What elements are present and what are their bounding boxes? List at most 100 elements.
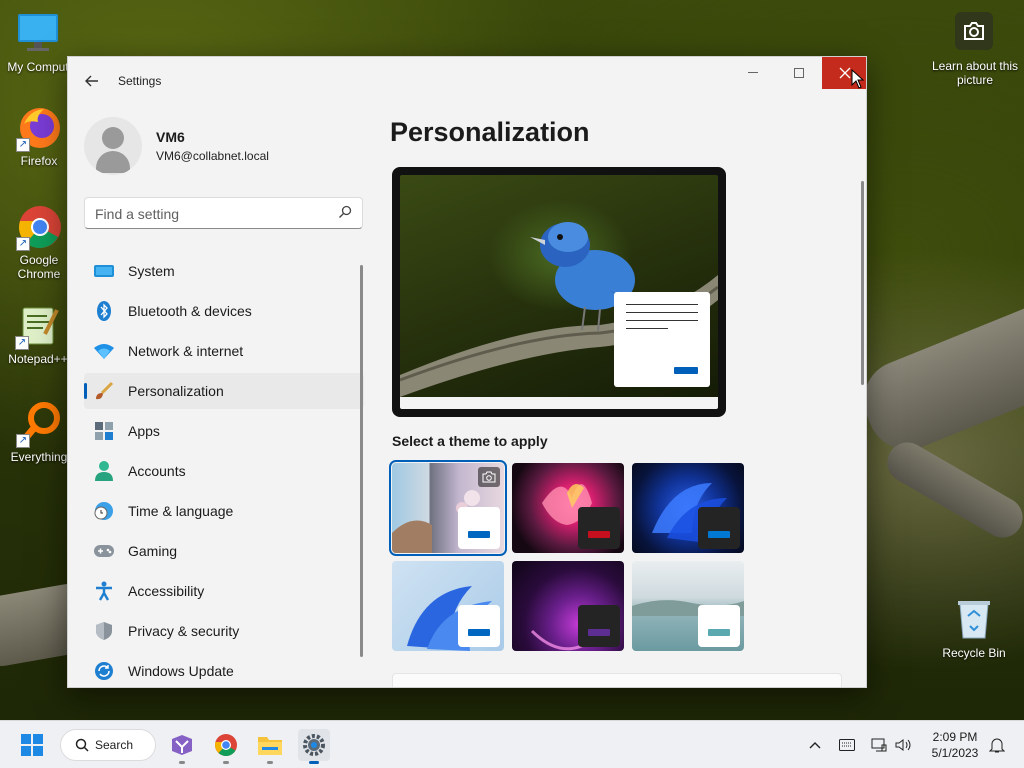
notifications-button[interactable]: [986, 733, 1008, 757]
firefox-icon: ↗: [16, 104, 62, 152]
theme-spotlight[interactable]: [389, 460, 507, 556]
nav-item-personalization[interactable]: Personalization: [84, 373, 364, 409]
page-title: Personalization: [390, 117, 590, 147]
settings-nav: System Bluetooth & devices Network & int…: [84, 253, 364, 687]
theme-glow-dark[interactable]: [512, 463, 624, 553]
desktop-icon-recycle-bin[interactable]: Recycle Bin: [934, 596, 1014, 660]
search-icon: [75, 738, 89, 752]
themes-heading: Select a theme to apply: [392, 433, 548, 449]
desktop-icon-label: Recycle Bin: [942, 646, 1006, 660]
theme-captured-motion[interactable]: [512, 561, 624, 651]
learn-about-picture-label[interactable]: Learn about this picture: [930, 59, 1020, 87]
taskbar-file-explorer[interactable]: [254, 729, 286, 764]
wallpaper-branch: [851, 288, 1024, 462]
clock-time: 2:09 PM: [932, 730, 978, 744]
avatar: [84, 117, 142, 175]
search-input[interactable]: [95, 204, 325, 224]
network-tray-button[interactable]: [868, 733, 890, 757]
spotlight-camera-icon: [478, 467, 500, 487]
nav-item-windows-update[interactable]: Windows Update: [84, 653, 364, 687]
nav-item-apps[interactable]: Apps: [84, 413, 364, 449]
nav-label: Network & internet: [128, 343, 244, 359]
magnifier-icon: ↗: [16, 400, 62, 448]
recycle-bin-icon: [951, 596, 997, 642]
windows-logo-icon: [21, 734, 43, 756]
minimize-button[interactable]: [730, 57, 776, 89]
taskbar-search-label: Search: [95, 738, 134, 752]
nav-label: Apps: [128, 423, 160, 439]
search-icon: [339, 205, 352, 218]
nav-item-network[interactable]: Network & internet: [84, 333, 364, 369]
taskbar-settings[interactable]: [298, 729, 330, 764]
chrome-icon: ↗: [16, 203, 62, 251]
maximize-button[interactable]: [776, 57, 822, 89]
profile-email: VM6@collabnet.local: [156, 149, 269, 163]
monitor-icon: [94, 261, 114, 281]
apps-icon: [94, 421, 114, 441]
maximize-icon: [794, 68, 804, 78]
taskbar-visual-studio[interactable]: [166, 729, 198, 764]
window-title: Settings: [118, 74, 162, 88]
nav-label: System: [128, 263, 175, 279]
nav-label: Personalization: [128, 383, 224, 399]
nav-item-gaming[interactable]: Gaming: [84, 533, 364, 569]
shortcut-arrow-icon: ↗: [16, 138, 30, 152]
globe-clock-icon: [94, 501, 114, 521]
learn-about-picture-camera-icon[interactable]: [955, 12, 993, 50]
shortcut-arrow-icon: ↗: [16, 237, 30, 251]
preview-wallpaper: [400, 175, 718, 409]
nav-label: Accessibility: [128, 583, 205, 599]
nav-item-system[interactable]: System: [84, 253, 364, 289]
taskbar-chrome[interactable]: [210, 729, 242, 764]
theme-bloom-light[interactable]: [392, 561, 504, 651]
nav-item-accounts[interactable]: Accounts: [84, 453, 364, 489]
nav-item-accessibility[interactable]: Accessibility: [84, 573, 364, 609]
nav-label: Windows Update: [128, 663, 234, 679]
settings-search-box[interactable]: [84, 197, 363, 229]
wifi-icon: [94, 341, 114, 361]
nav-scrollbar[interactable]: [360, 265, 363, 657]
brush-icon: [94, 381, 114, 401]
volume-tray-button[interactable]: [893, 733, 915, 757]
shield-icon: [94, 621, 114, 641]
accessibility-icon: [94, 581, 114, 601]
theme-bloom-dark[interactable]: [632, 463, 744, 553]
nav-label: Time & language: [128, 503, 234, 519]
shortcut-arrow-icon: ↗: [16, 434, 30, 448]
keyboard-icon: [839, 739, 855, 751]
taskbar-search[interactable]: Search: [60, 729, 156, 761]
title-bar[interactable]: Settings: [68, 57, 866, 105]
network-icon: [871, 738, 887, 752]
settings-window: Settings VM6 VM6@collabnet.local System …: [67, 56, 867, 688]
nav-item-time-language[interactable]: Time & language: [84, 493, 364, 529]
theme-flow[interactable]: [632, 561, 744, 651]
clock-date: 5/1/2023: [931, 746, 979, 760]
taskbar-clock[interactable]: 2:09 PM 5/1/2023: [920, 729, 990, 761]
nav-label: Bluetooth & devices: [128, 303, 252, 319]
volume-icon: [895, 739, 911, 751]
profile-name: VM6: [156, 129, 185, 145]
preview-taskbar: [400, 397, 718, 409]
back-button[interactable]: [80, 69, 104, 93]
start-button[interactable]: [16, 729, 48, 761]
nav-label: Accounts: [128, 463, 186, 479]
user-profile[interactable]: VM6 VM6@collabnet.local: [84, 117, 364, 177]
person-icon: [94, 461, 114, 481]
back-arrow-icon: [85, 75, 98, 87]
gamepad-icon: [94, 541, 114, 561]
content-scrollbar[interactable]: [861, 181, 864, 385]
folder-icon: [258, 737, 282, 755]
chrome-icon: [215, 734, 237, 756]
nav-item-privacy-security[interactable]: Privacy & security: [84, 613, 364, 649]
content-card[interactable]: [392, 673, 842, 687]
nav-item-bluetooth[interactable]: Bluetooth & devices: [84, 293, 364, 329]
close-icon: [839, 67, 851, 79]
shortcut-arrow-icon: ↗: [15, 336, 29, 350]
keyboard-tray-button[interactable]: [836, 733, 858, 757]
nav-label: Gaming: [128, 543, 178, 559]
bluetooth-icon: [94, 301, 114, 321]
nav-label: Privacy & security: [128, 623, 240, 639]
show-hidden-icons-button[interactable]: [804, 733, 826, 757]
notepadpp-icon: ↗: [15, 302, 61, 350]
taskbar: Search 2:09 PM 5/1/2023: [0, 720, 1024, 768]
